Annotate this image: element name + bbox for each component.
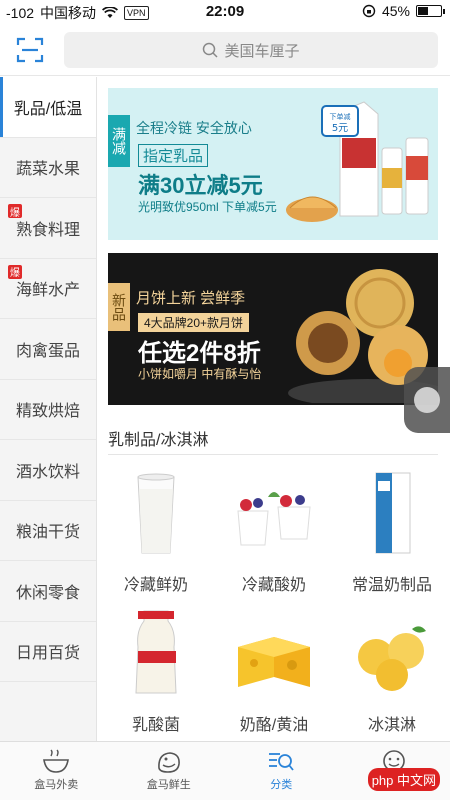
sidebar-item-label: 精致烘焙: [15, 403, 80, 421]
divider: [108, 454, 438, 455]
subcategory-item[interactable]: 奶酪/黄油: [215, 607, 333, 741]
sidebar-item-label: 酒水饮料: [15, 463, 80, 481]
sidebar-item-label: 日用百货: [15, 645, 80, 663]
battery-icon: [416, 5, 445, 17]
category-content: 满减 全程冷链 安全放心 指定乳品 满30立减5元 光明致优950ml 下单减5…: [97, 77, 450, 741]
rotation-lock-icon: [362, 4, 376, 18]
promo-line: 4大品牌20+款月饼: [138, 313, 250, 332]
fresh-milk-image: [137, 473, 175, 554]
sidebar-item[interactable]: 粮油干货: [0, 501, 96, 561]
sidebar-item-label: 乳品/低温: [13, 100, 83, 118]
subcategory-item[interactable]: 冰淇淋: [333, 607, 450, 741]
hot-badge: 爆: [8, 204, 22, 219]
subcategory-item[interactable]: 冷藏鲜奶: [97, 467, 215, 607]
uht-milk-image: [375, 472, 411, 554]
promo-headline: 任选2件8折: [138, 340, 261, 367]
sidebar-item-label: 熟食料理: [15, 221, 80, 239]
promo-line: 全程冷链 安全放心: [136, 120, 252, 136]
subcategory-label: 乳酸菌: [131, 717, 180, 734]
scan-icon[interactable]: [16, 36, 44, 64]
tab-label: 盒马鲜生: [146, 779, 191, 791]
status-right: 45%: [362, 3, 445, 19]
subcategory-label: 冷藏鲜奶: [123, 577, 188, 594]
promo-line: 指定乳品: [138, 144, 209, 167]
promo-tag: 新品: [108, 283, 130, 331]
dairy-products-image: 下单减 5元: [286, 101, 429, 222]
tab-label: 分类: [270, 779, 293, 791]
sidebar-item[interactable]: 蔬菜水果: [0, 138, 96, 198]
promo-line: 光明致优950ml 下单减5元: [138, 200, 277, 214]
sidebar-item[interactable]: 爆熟食料理: [0, 198, 96, 259]
sidebar-item[interactable]: 乳品/低温: [0, 77, 96, 138]
category-sidebar: 乳品/低温 蔬菜水果爆熟食料理爆海鲜水产 肉禽蛋品 精致烘焙 酒水饮料 粮油干货 休闲零食日…: [0, 77, 97, 741]
sidebar-item-label: 蔬菜水果: [15, 161, 80, 179]
promo-banner-dairy[interactable]: 满减 全程冷链 安全放心 指定乳品 满30立减5元 光明致优950ml 下单减5…: [108, 88, 438, 240]
subcategory-label: 奶酪/黄油: [239, 717, 309, 734]
sidebar-item[interactable]: 爆海鲜水产: [0, 259, 96, 319]
hippo-icon: [157, 752, 180, 773]
sidebar-item-label: 粮油干货: [15, 524, 80, 542]
sticker-text-2: 5元: [332, 123, 348, 134]
search-placeholder: 美国车厘子: [224, 42, 300, 60]
tab-category[interactable]: 分类: [225, 742, 338, 800]
yakult-image: [135, 610, 177, 694]
cheese-image: [238, 637, 310, 687]
sidebar-item[interactable]: 日用百货: [0, 622, 96, 682]
subcategory-item[interactable]: 冷藏酸奶: [215, 467, 333, 607]
sidebar-item[interactable]: 肉禽蛋品: [0, 319, 96, 380]
section-title: 乳制品/冰淇淋: [108, 432, 209, 449]
search-icon: [203, 42, 219, 58]
subcategory-label: 冷藏酸奶: [241, 577, 306, 594]
promo-banner-mooncake[interactable]: 新品 月饼上新 尝鲜季 4大品牌20+款月饼 任选2件8折 小饼如嚼月 中有酥与…: [108, 253, 438, 405]
hot-badge: 爆: [8, 264, 22, 279]
yogurt-image: [237, 492, 311, 546]
category-search-icon: [269, 753, 294, 771]
tab-label: 盒马外卖: [34, 779, 79, 791]
tab-takeout[interactable]: 盒马外卖: [0, 742, 113, 800]
sidebar-item[interactable]: 酒水饮料: [0, 440, 96, 501]
watermark-logo: php 中文网: [367, 768, 440, 791]
ice-cream-image: [358, 626, 426, 691]
header: 美国车厘子: [0, 24, 450, 76]
sidebar-item-label: 肉禽蛋品: [15, 342, 80, 360]
battery-level: [418, 7, 428, 15]
promo-tag: 满减: [108, 115, 130, 167]
subcategory-item[interactable]: 乳酸菌: [97, 607, 215, 741]
subcategory-label: 常温奶制品: [351, 577, 432, 594]
sidebar-item-label: 休闲零食: [15, 584, 80, 602]
sidebar-item-label: 海鲜水产: [15, 282, 80, 300]
status-bar: -102 中国移动 VPN 22:09 45%: [0, 0, 450, 24]
promo-headline: 满30立减5元: [138, 173, 263, 198]
subcategory-item[interactable]: 常温奶制品: [333, 467, 450, 607]
bowl-icon: [43, 749, 70, 773]
sticker-text-1: 下单减: [330, 112, 351, 121]
subcategory-label: 冰淇淋: [367, 717, 416, 734]
tab-fresh[interactable]: 盒马鲜生: [113, 742, 226, 800]
sidebar-item[interactable]: 精致烘焙: [0, 380, 96, 440]
search-input[interactable]: 美国车厘子: [64, 32, 438, 68]
floating-assistive-button[interactable]: [404, 367, 450, 433]
promo-line: 月饼上新 尝鲜季: [136, 290, 246, 307]
sidebar-item[interactable]: 休闲零食: [0, 561, 96, 622]
promo-line: 小饼如嚼月 中有酥与怡: [138, 367, 262, 381]
battery-percent: 45%: [381, 3, 410, 19]
